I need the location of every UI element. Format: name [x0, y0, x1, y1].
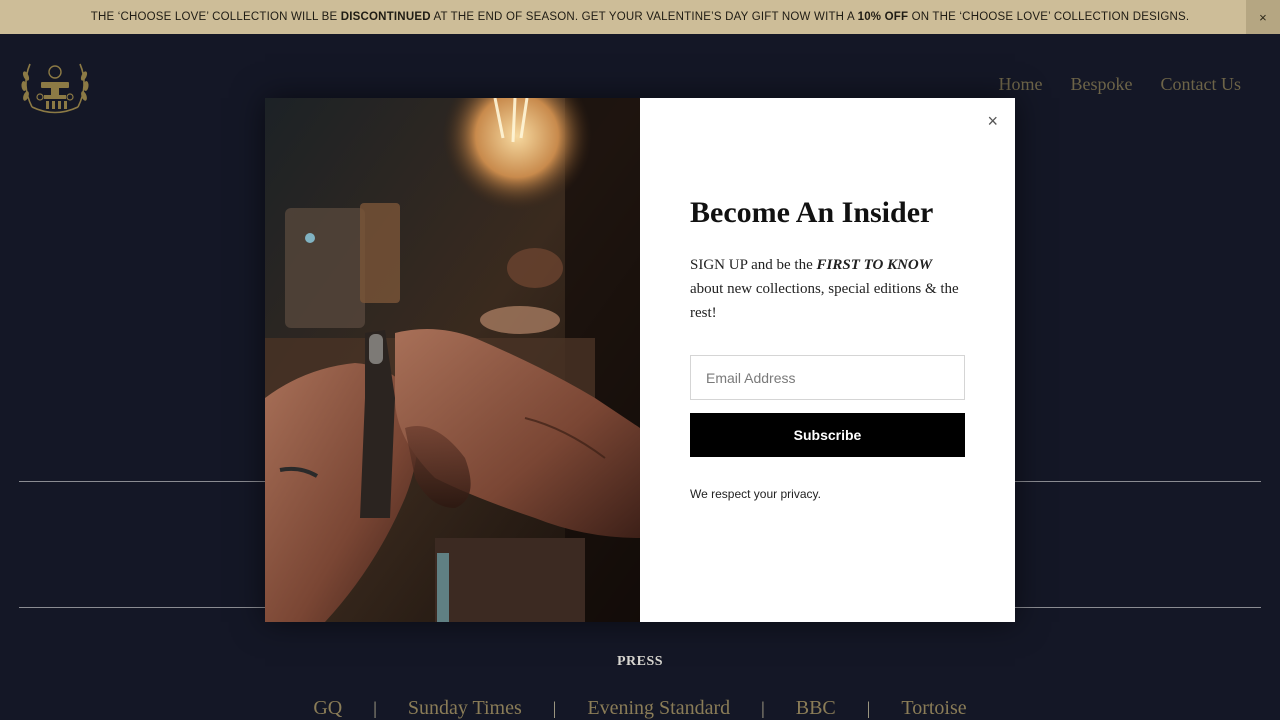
announcement-bar: THE ‘CHOOSE LOVE’ COLLECTION WILL BE DIS…: [0, 0, 1280, 34]
announcement-text-part: THE ‘CHOOSE LOVE’ COLLECTION WILL BE: [90, 11, 341, 23]
jeweller-workshop-photo: [265, 98, 640, 622]
email-field[interactable]: [690, 355, 965, 400]
close-icon: ×: [1259, 9, 1267, 25]
newsletter-popup: × Become An Insider SIGN UP and be the F…: [265, 98, 1015, 622]
logo-emblem-icon: [21, 63, 89, 114]
press-link-evening-standard[interactable]: Evening Standard: [587, 697, 730, 720]
subscribe-button[interactable]: Subscribe: [690, 413, 965, 457]
nav-link-bespoke[interactable]: Bespoke: [1071, 74, 1133, 95]
press-link-gq[interactable]: GQ: [313, 697, 342, 720]
main-navigation: Home Bespoke Contact Us: [999, 74, 1242, 95]
press-separator: |: [761, 698, 765, 718]
press-separator: |: [373, 698, 377, 718]
brand-logo[interactable]: [18, 52, 92, 118]
popup-description-text: SIGN UP and be the: [690, 257, 817, 273]
press-link-tortoise[interactable]: Tortoise: [901, 697, 966, 720]
announcement-highlight-discount: 10% OFF: [857, 11, 909, 23]
press-separator: |: [866, 698, 871, 718]
privacy-note: We respect your privacy.: [690, 487, 821, 501]
announcement-text-part: AT THE END OF SEASON. GET YOUR VALENTINE…: [430, 11, 858, 23]
press-heading: PRESS: [616, 654, 664, 669]
popup-content: × Become An Insider SIGN UP and be the F…: [640, 98, 1015, 622]
press-separator: |: [552, 698, 557, 718]
popup-image-craftsman-hands: [265, 98, 640, 622]
press-link-sunday-times[interactable]: Sunday Times: [408, 697, 522, 720]
popup-description-text: about new collections, special editions …: [690, 281, 959, 321]
announcement-highlight-discontinued: DISCONTINUED: [340, 11, 431, 23]
announcement-text: THE ‘CHOOSE LOVE’ COLLECTION WILL BE DIS…: [91, 11, 1190, 23]
popup-close-button[interactable]: ×: [987, 111, 998, 131]
announcement-close-button[interactable]: ×: [1246, 0, 1280, 34]
popup-title: Become An Insider: [690, 196, 934, 229]
press-link-bbc[interactable]: BBC: [796, 697, 836, 720]
announcement-text-part: ON THE ‘CHOOSE LOVE’ COLLECTION DESIGNS.: [908, 11, 1190, 23]
popup-description-emphasis: FIRST TO KNOW: [816, 257, 933, 273]
nav-link-contact-us[interactable]: Contact Us: [1161, 74, 1242, 95]
press-list: GQ | Sunday Times | Evening Standard | B…: [0, 697, 1280, 720]
nav-link-home[interactable]: Home: [999, 74, 1043, 95]
popup-description: SIGN UP and be the FIRST TO KNOW about n…: [690, 253, 960, 325]
